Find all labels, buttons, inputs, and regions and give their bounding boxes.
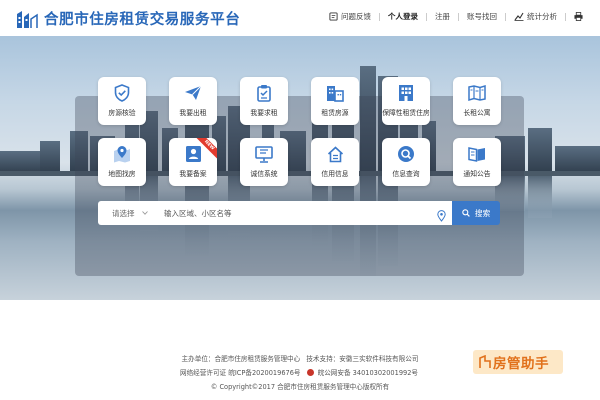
page-footer: 主办单位：合肥市住房租赁服务管理中心 技术支持：安徽三实软件科技有限公司 网络经… [0,300,600,400]
service-tile-11[interactable]: 信息查询 [382,138,430,186]
service-tile-label: 我要求租 [250,109,278,117]
nav-divider [379,12,380,21]
service-tile-label: 我要备案 [179,170,207,178]
service-tile-5[interactable]: 保障性租赁住房 [382,77,430,125]
service-tile-label: 长租公寓 [463,109,491,117]
housing-helper-button[interactable]: 房管助手 [473,350,563,374]
printer-icon [574,12,583,21]
footer-icp[interactable]: 网络经营许可证 皖ICP备2020019676号 [180,369,301,377]
service-tile-8[interactable]: 我要备案 NEW [169,138,217,186]
open-book-icon [468,145,486,163]
house-doc-icon [327,145,344,163]
top-header: 合肥市住房租赁交易服务平台 问题反馈 个人登录 注册 账号找回 统计分析 [0,0,600,36]
region-select-label: 请选择 [112,208,135,218]
retrieve-account-link[interactable]: 账号找回 [467,11,497,22]
site-title: 合肥市住房租赁交易服务平台 [44,12,241,28]
service-tile-12[interactable]: 通知公告 [453,138,501,186]
apartment-icon [397,84,415,102]
map-pin-icon [113,145,131,163]
top-nav: 问题反馈 个人登录 注册 账号找回 统计分析 [329,11,586,22]
service-tile-label: 诚信系统 [250,170,278,178]
chart-icon [514,12,524,21]
search-bar: 请选择 搜索 [98,201,500,225]
service-tile-label: 信用信息 [321,170,349,178]
feedback-link[interactable]: 问题反馈 [329,11,371,22]
service-tile-7[interactable]: 地图找房 [98,138,146,186]
clipboard-icon [256,84,272,102]
location-pin-icon[interactable] [437,207,446,226]
service-tile-label: 信息查询 [392,170,420,178]
service-tile-9[interactable]: 诚信系统 [240,138,288,186]
police-badge-icon [306,369,314,376]
search-button-label: 搜索 [474,208,491,218]
nav-divider [505,12,506,21]
site-logo[interactable]: 合肥市住房租赁交易服务平台 [16,8,240,29]
helper-house-icon [479,355,491,368]
service-tile-label: 房源核验 [108,109,136,117]
footer-police-record[interactable]: 皖公网安备 34010302001992号 [318,369,418,377]
footer-tech-support: 技术支持：安徽三实软件科技有限公司 [306,355,419,363]
region-select[interactable]: 请选择 [98,208,154,219]
map-book-icon [468,84,486,102]
id-card-icon [185,145,202,163]
personal-login-link[interactable]: 个人登录 [388,11,418,22]
service-tile-label: 我要出租 [179,109,207,117]
search-input[interactable] [154,208,452,218]
print-button[interactable] [574,12,586,21]
hero-banner [0,36,600,300]
service-tile-2[interactable]: 我要出租 [169,77,217,125]
service-tile-6[interactable]: 长租公寓 [453,77,501,125]
service-tile-label: 通知公告 [463,170,491,178]
footer-copyright: © Copyright©2017 合肥市住房租赁服务管理中心版权所有 [210,383,390,391]
service-tile-label: 地图找房 [108,170,136,178]
monitor-icon [255,145,273,163]
logo-building-icon [16,9,38,29]
service-tile-4[interactable]: 租赁房源 [311,77,359,125]
service-tile-3[interactable]: 我要求租 [240,77,288,125]
search-button[interactable]: 搜索 [452,201,500,225]
service-tile-label: 租赁房源 [321,109,349,117]
nav-divider [458,12,459,21]
service-tile-1[interactable]: 房源核验 [98,77,146,125]
service-tile-label: 保障性租赁住房 [382,109,430,117]
shield-check-icon [114,84,130,102]
service-tile-10[interactable]: 信用信息 [311,138,359,186]
paper-plane-icon [184,84,202,102]
buildings-icon [326,84,344,102]
search-icon [461,209,470,217]
footer-sponsor: 主办单位：合肥市住房租赁服务管理中心 [181,355,301,363]
statistics-link[interactable]: 统计分析 [514,11,557,22]
feedback-icon [329,12,338,21]
feedback-label: 问题反馈 [341,12,371,21]
chevron-down-icon [141,211,148,215]
search-box: 请选择 [98,201,452,225]
nav-divider [426,12,427,21]
statistics-label: 统计分析 [527,12,557,21]
house-search-icon [397,145,415,163]
register-link[interactable]: 注册 [435,11,450,22]
housing-helper-label: 房管助手 [493,356,549,372]
nav-divider [565,12,566,21]
